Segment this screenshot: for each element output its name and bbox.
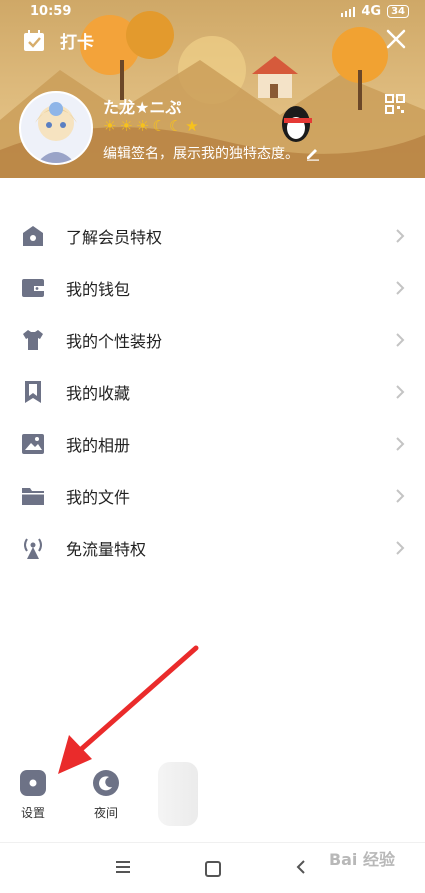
moon-icon <box>93 770 119 796</box>
menu-item-vip[interactable]: 了解会员特权 <box>0 210 425 262</box>
sun-icon: ☀ <box>119 117 133 135</box>
battery-icon: 34 <box>387 5 409 18</box>
chevron-right-icon <box>396 281 405 295</box>
vip-house-icon <box>23 226 43 246</box>
menu-list: 了解会员特权 我的钱包 我的个性装扮 我的收藏 我的相册 我的文件 免流量特权 <box>0 210 425 574</box>
qr-code-icon[interactable] <box>385 94 405 114</box>
chevron-right-icon <box>396 541 405 555</box>
menu-item-label: 了解会员特权 <box>66 228 163 247</box>
menu-item-favorites[interactable]: 我的收藏 <box>0 366 425 418</box>
battery-level: 34 <box>391 6 405 17</box>
sun-icon: ☀ <box>103 117 117 135</box>
close-icon[interactable] <box>385 28 407 50</box>
night-mode-label: 夜间 <box>93 806 118 820</box>
folder-icon <box>22 488 44 505</box>
chevron-right-icon <box>396 385 405 399</box>
menu-item-free-data[interactable]: 免流量特权 <box>0 522 425 574</box>
menu-item-label: 我的个性装扮 <box>66 332 163 351</box>
avatar-image <box>21 93 91 163</box>
chevron-right-icon <box>396 229 405 243</box>
signature-text: 编辑签名，展示我的独特态度。 <box>103 146 299 162</box>
menu-item-label: 我的收藏 <box>66 384 131 403</box>
tshirt-icon <box>23 330 43 350</box>
checkin-button[interactable]: 打卡 <box>22 28 94 53</box>
pencil-icon <box>307 149 319 161</box>
moon-icon: ☾ <box>168 117 183 135</box>
bookmark-icon <box>25 381 41 403</box>
menu-item-label: 我的钱包 <box>66 280 131 299</box>
signature-edit[interactable]: 编辑签名，展示我的独特态度。 <box>103 143 321 163</box>
calendar-check-icon <box>24 29 44 51</box>
settings-icon <box>20 770 46 796</box>
menu-item-files[interactable]: 我的文件 <box>0 470 425 522</box>
moon-icon: ☾ <box>152 117 166 135</box>
level-badges[interactable]: ☀ ☀ ☀ ☾ ☾ ★ <box>103 119 199 134</box>
menu-item-theme[interactable]: 我的个性装扮 <box>0 314 425 366</box>
star-icon: ★ <box>185 117 199 135</box>
profile-header: 10:59 4G 34 打卡 た龙★ニぷ ☀ ☀ ☀ ☾ ☾ ★ 编辑签名，展示… <box>0 0 425 178</box>
chevron-right-icon <box>396 333 405 347</box>
back-icon[interactable] <box>296 859 306 875</box>
menu-item-wallet[interactable]: 我的钱包 <box>0 262 425 314</box>
menu-item-label: 我的文件 <box>66 488 131 507</box>
status-time: 10:59 <box>30 4 72 19</box>
sun-icon: ☀ <box>135 117 150 135</box>
chevron-right-icon <box>396 437 405 451</box>
bottom-actions: 设置 夜间 <box>0 770 425 830</box>
night-mode-button[interactable]: 夜间 <box>86 770 126 821</box>
chevron-right-icon <box>396 489 405 503</box>
network-label: 4G <box>361 4 382 19</box>
avatar[interactable] <box>19 91 93 165</box>
settings-label: 设置 <box>20 806 45 820</box>
settings-button[interactable]: 设置 <box>13 770 53 821</box>
menu-item-label: 免流量特权 <box>66 540 147 559</box>
photo-icon <box>22 434 44 454</box>
menu-item-album[interactable]: 我的相册 <box>0 418 425 470</box>
broadcast-icon <box>24 538 42 559</box>
nickname[interactable]: た龙★ニぷ <box>103 94 181 118</box>
menu-icon[interactable] <box>116 861 130 873</box>
checkin-label: 打卡 <box>60 33 94 53</box>
status-bar: 10:59 4G 34 <box>0 0 425 24</box>
wallet-icon <box>22 279 44 297</box>
watermark: Bai 经验 <box>328 850 395 869</box>
menu-item-label: 我的相册 <box>66 436 131 455</box>
signal-icon <box>341 6 356 17</box>
home-button[interactable] <box>205 861 221 877</box>
